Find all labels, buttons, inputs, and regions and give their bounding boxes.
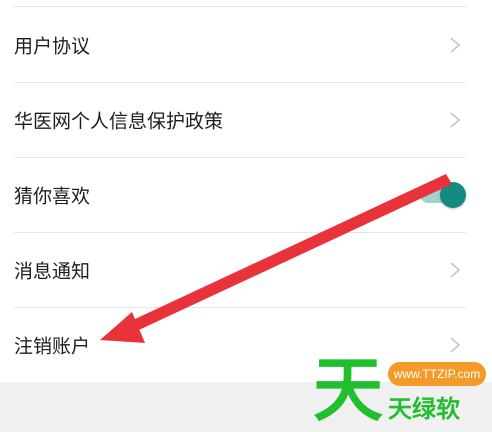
settings-item-label: 猜你喜欢 — [14, 185, 91, 208]
watermark-logo-char: 天 — [313, 349, 383, 431]
settings-screen: 用户协议 华医网个人信息保护政策 猜你喜欢 消息通知 注销账户 天 www.TT… — [0, 0, 492, 432]
settings-item-notifications[interactable]: 消息通知 — [0, 233, 492, 307]
settings-item-label: 注销账户 — [14, 335, 91, 358]
watermark-url: www.TTZIP.com — [388, 362, 486, 386]
settings-list: 用户协议 华医网个人信息保护政策 猜你喜欢 消息通知 注销账户 — [0, 0, 492, 382]
settings-item-user-agreement[interactable]: 用户协议 — [0, 8, 492, 82]
chevron-right-icon — [450, 37, 461, 53]
watermark-name: 天绿软 — [388, 395, 460, 423]
settings-item-label: 华医网个人信息保护政策 — [14, 110, 224, 133]
chevron-right-icon — [450, 112, 461, 128]
chevron-right-icon — [450, 262, 461, 278]
settings-item-label: 用户协议 — [14, 35, 91, 58]
recommendations-toggle[interactable] — [420, 182, 466, 208]
settings-item-label: 消息通知 — [14, 260, 91, 283]
chevron-right-icon — [450, 337, 461, 353]
divider — [14, 6, 466, 7]
toggle-knob — [440, 182, 466, 208]
settings-item-recommendations: 猜你喜欢 — [0, 158, 492, 232]
settings-item-privacy-policy[interactable]: 华医网个人信息保护政策 — [0, 83, 492, 157]
